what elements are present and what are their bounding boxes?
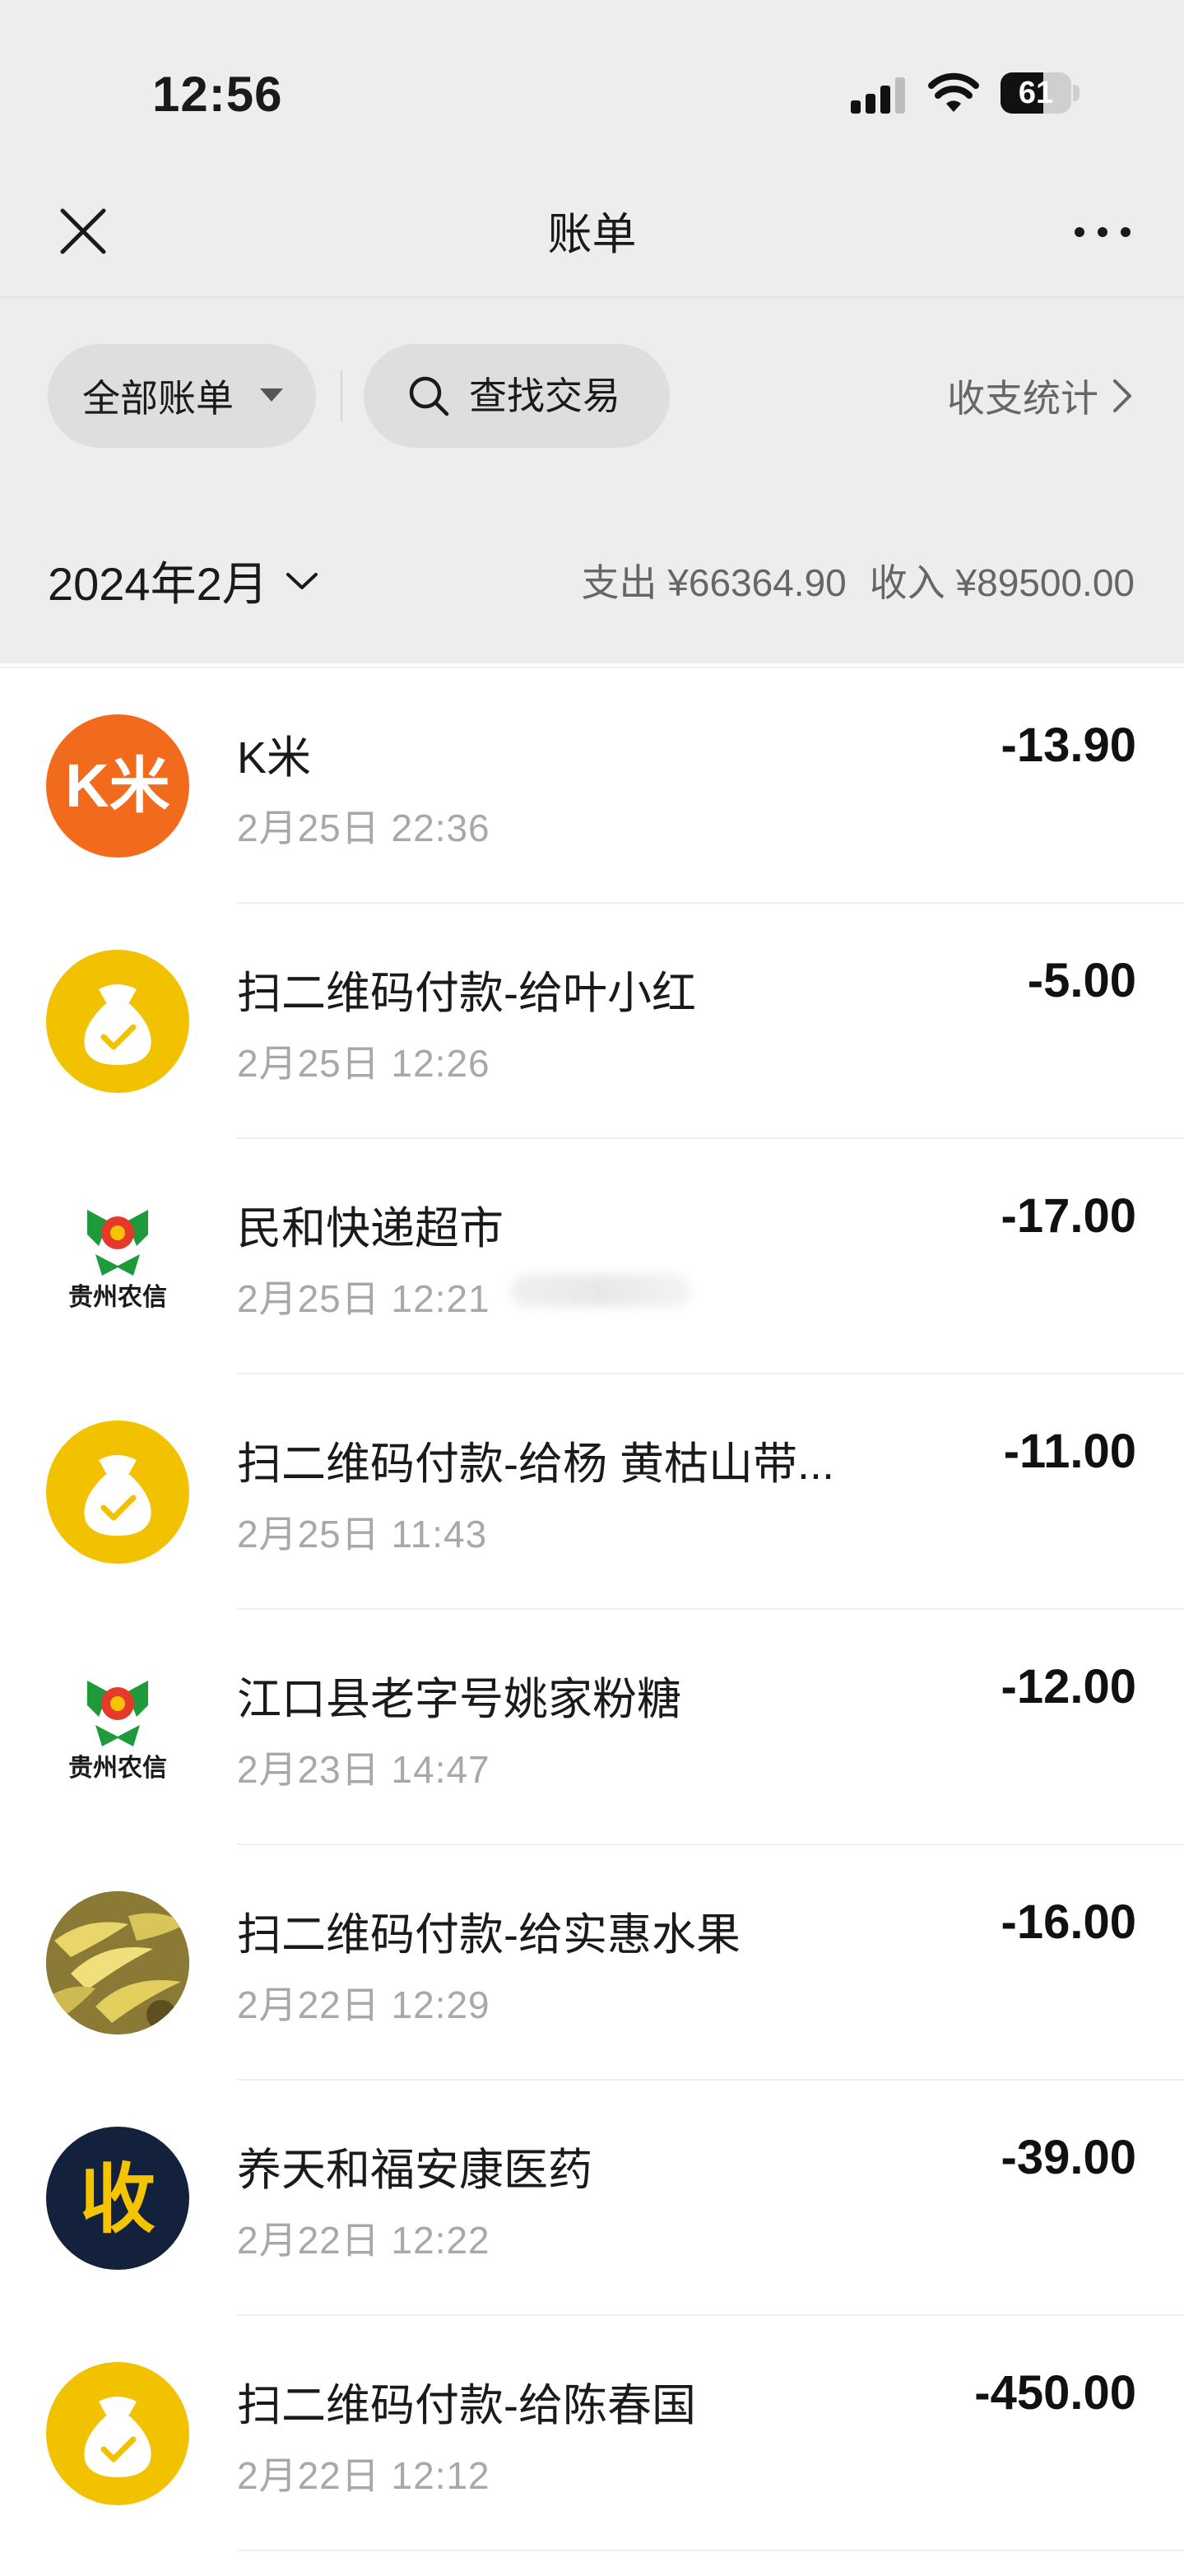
transaction-time: 2月25日 12:21 bbox=[237, 1277, 490, 1320]
income-total: 收入 ¥89500.00 bbox=[869, 561, 1135, 604]
transaction-name: 江口县老字号姚家粉糖 bbox=[237, 1675, 681, 1724]
transaction-amount: -39.00 bbox=[1001, 2131, 1136, 2184]
svg-text:贵州农信: 贵州农信 bbox=[68, 1284, 167, 1311]
transaction-amount: -12.00 bbox=[1001, 1660, 1136, 1713]
svg-text:贵州农信: 贵州农信 bbox=[68, 1755, 167, 1782]
transaction-name: 民和快递超市 bbox=[237, 1204, 504, 1253]
search-icon bbox=[409, 376, 449, 416]
signal-icon bbox=[851, 77, 905, 114]
all-bills-filter[interactable]: 全部账单 bbox=[48, 344, 316, 448]
transaction-amount: -13.90 bbox=[1001, 718, 1136, 772]
transaction-row[interactable]: K米 K米 2月25日 22:36 -13.90 bbox=[0, 668, 1184, 904]
chevron-down-icon bbox=[286, 572, 318, 589]
banana-photo bbox=[46, 1891, 189, 2034]
transaction-amount: -11.00 bbox=[1003, 1425, 1136, 1478]
month-summary: 支出 ¥66364.90 收入 ¥89500.00 bbox=[559, 553, 1135, 607]
month-label: 2024年2月 bbox=[48, 558, 268, 610]
battery-indicator: 61 bbox=[1001, 72, 1080, 115]
transaction-name: 扫二维码付款-给杨 黄枯山带... bbox=[237, 1439, 834, 1489]
svg-text:K米: K米 bbox=[65, 751, 169, 820]
page-title: 账单 bbox=[547, 210, 637, 259]
transaction-row[interactable]: 贵州农信 江口县老字号姚家粉糖 2月23日 14:47 -12.00 bbox=[0, 1610, 1184, 1845]
svg-text:收: 收 bbox=[80, 2155, 156, 2244]
transaction-amount: -450.00 bbox=[974, 2366, 1136, 2420]
guizhou-rcc-logo: 贵州农信 bbox=[46, 1656, 189, 1799]
transaction-time: 2月25日 11:43 bbox=[237, 1513, 488, 1555]
search-label: 查找交易 bbox=[469, 374, 620, 417]
month-picker[interactable]: 2024年2月 bbox=[48, 547, 319, 614]
battery-text: 61 bbox=[1018, 76, 1054, 110]
transaction-name: 扫二维码付款-给叶小红 bbox=[237, 969, 696, 1018]
transaction-row[interactable]: 扫二维码付款-给陈春国 2月22日 12:12 -450.00 bbox=[0, 2316, 1184, 2551]
transaction-row[interactable]: 贵州农信 民和快递超市 2月25日 12:21 -17.00 bbox=[0, 1139, 1184, 1374]
transaction-row[interactable]: 收 养天和福安康医药 2月22日 12:22 -39.00 bbox=[0, 2081, 1184, 2316]
money-bag-icon bbox=[46, 950, 189, 1093]
transaction-row[interactable]: 扫二维码付款-给实惠水果 2月22日 12:29 -16.00 bbox=[0, 1845, 1184, 2081]
caret-down-icon bbox=[260, 388, 283, 402]
blurred-text bbox=[510, 1274, 691, 1307]
shou-logo: 收 bbox=[46, 2127, 189, 2270]
stats-label: 收支统计 bbox=[947, 377, 1098, 420]
transaction-amount: -17.00 bbox=[1001, 1189, 1136, 1243]
transaction-time: 2月22日 12:29 bbox=[237, 1983, 490, 2026]
transaction-name: 扫二维码付款-给陈春国 bbox=[237, 2381, 696, 2430]
income-expense-stats-link[interactable]: 收支统计 bbox=[947, 369, 1135, 423]
wifi-icon bbox=[928, 72, 979, 112]
transaction-name: 养天和福安康医药 bbox=[237, 2146, 592, 2195]
transaction-amount: -5.00 bbox=[1027, 954, 1136, 1007]
status-time: 12:56 bbox=[152, 67, 283, 122]
transaction-name: K米 bbox=[237, 733, 312, 783]
expense-total: 支出 ¥66364.90 bbox=[581, 561, 847, 604]
nav-divider bbox=[0, 296, 1184, 298]
transaction-time: 2月22日 12:12 bbox=[237, 2454, 490, 2497]
chevron-right-icon bbox=[1113, 379, 1131, 412]
search-transactions-button[interactable]: 查找交易 bbox=[364, 344, 670, 448]
transaction-time: 2月23日 14:47 bbox=[237, 1748, 490, 1791]
money-bag-icon bbox=[46, 1421, 189, 1564]
transaction-row[interactable]: 扫二维码付款-给叶小红 2月25日 12:26 -5.00 bbox=[0, 904, 1184, 1139]
transaction-time: 2月22日 12:22 bbox=[237, 2219, 490, 2262]
guizhou-rcc-logo: 贵州农信 bbox=[46, 1185, 189, 1328]
money-bag-icon bbox=[46, 2362, 189, 2505]
kmi-logo: K米 bbox=[46, 714, 189, 858]
filter-divider bbox=[341, 370, 342, 421]
transaction-amount: -16.00 bbox=[1001, 1895, 1136, 1949]
transaction-row[interactable]: 扫二维码付款-给杨 黄枯山带... 2月25日 11:43 -11.00 bbox=[0, 1374, 1184, 1610]
all-bills-label: 全部账单 bbox=[82, 377, 234, 420]
transaction-name: 扫二维码付款-给实惠水果 bbox=[237, 1910, 741, 1960]
transaction-time: 2月25日 12:26 bbox=[237, 1042, 490, 1085]
more-icon[interactable] bbox=[1070, 216, 1135, 249]
transaction-time: 2月25日 22:36 bbox=[237, 807, 490, 849]
